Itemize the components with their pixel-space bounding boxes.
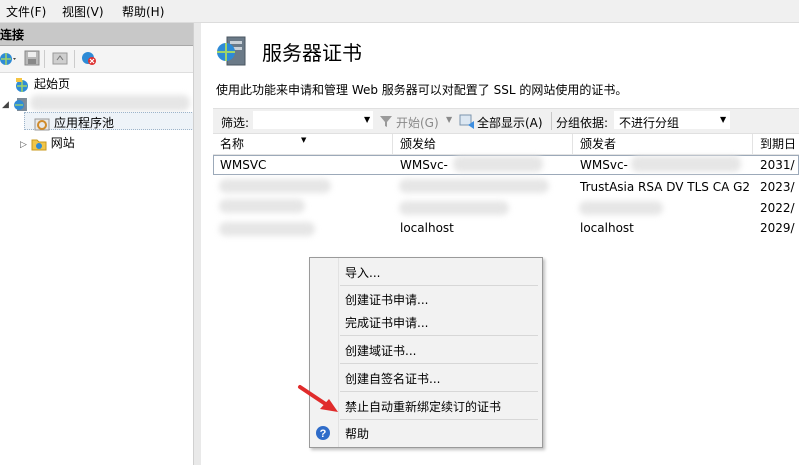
redacted-issued-to [399,201,509,215]
column-issued-to[interactable]: 颁发给 [393,134,573,154]
sites-folder-icon [31,136,47,152]
redacted-server-name [30,95,190,111]
menu-item-create-self-signed-cert[interactable]: 创建自签名证书... [345,370,440,387]
server-certificates-icon [215,35,249,70]
expand-arrow-icon[interactable]: ▷ [20,140,27,150]
menu-item-import[interactable]: 导入... [345,264,380,281]
group-dropdown-icon: ▼ [720,115,727,124]
collapse-arrow-icon[interactable]: ◢ [2,100,9,110]
cell-issued-to: localhost [400,221,454,235]
connections-title: 连接 [0,28,25,42]
menu-item-create-domain-cert[interactable]: 创建域证书... [345,342,416,359]
cell-issued-to: WMSvc- [400,158,448,172]
svg-text:?: ? [320,428,327,440]
redacted-name [219,179,331,193]
start-dropdown-icon[interactable]: ▼ [446,115,452,124]
menu-item-create-cert-request[interactable]: 创建证书申请... [345,291,428,308]
filter-input[interactable] [253,111,373,129]
connections-toolbar [0,46,193,73]
start-filter-button[interactable]: 开始(G) [396,114,439,131]
start-page-icon [14,77,30,93]
cell-name: WMSVC [220,158,267,172]
redacted-issued-by [631,156,741,172]
tree-item-start-page[interactable]: 起始页 [14,75,70,93]
cell-expiration: 2031/ [760,158,795,172]
redacted-name [219,222,315,236]
up-level-icon[interactable] [52,50,68,69]
menu-view[interactable]: 视图(V) [62,3,104,20]
filter-label: 筛选: [221,116,250,130]
sort-arrow-icon: ▼ [301,136,307,144]
table-header: 名称 ▼ 颁发给 颁发者 到期日 [213,134,799,155]
connections-pane: 连接 起始页 ◢ 应用程序池 ▷ 网站 [0,23,194,465]
tree-item-label: 网站 [50,136,75,150]
redacted-issued-to [399,179,549,193]
cell-issued-by: TrustAsia RSA DV TLS CA G2 [580,180,751,194]
menu-item-help[interactable]: 帮助 [345,425,369,442]
redacted-issued-to [453,156,543,172]
help-icon: ? [315,425,331,444]
menu-item-complete-cert-request[interactable]: 完成证书申请... [345,314,428,331]
tree-item-server[interactable]: ◢ [2,94,33,112]
tree-item-label: 应用程序池 [54,116,115,130]
group-by-select[interactable]: 不进行分组 ▼ [614,111,730,130]
cell-issued-by: WMSvc- [580,158,628,172]
app-pool-icon [34,116,50,132]
connect-globe-icon[interactable] [0,51,18,70]
group-by-label: 分组依据: [556,116,609,130]
page-description: 使用此功能来申请和管理 Web 服务器可以对配置了 SSL 的网站使用的证书。 [216,83,628,97]
column-name[interactable]: 名称 ▼ [213,134,393,154]
column-issued-by[interactable]: 颁发者 [573,134,753,154]
show-all-icon [459,113,475,132]
disconnect-icon[interactable] [80,50,98,69]
redacted-name [219,199,305,213]
cell-expiration: 2029/ [760,221,795,235]
tree-item-app-pools[interactable]: 应用程序池 [34,114,114,132]
menu-help[interactable]: 帮助(H) [122,3,164,20]
context-menu: 导入... 创建证书申请... 完成证书申请... 创建域证书... 创建自签名… [309,257,543,448]
server-icon [13,96,29,112]
tree-item-sites[interactable]: ▷ 网站 [20,134,75,152]
cell-issued-by: localhost [580,221,634,235]
save-icon[interactable] [24,50,40,69]
show-all-button[interactable]: 全部显示(A) [477,114,543,131]
menu-bar: 文件(F) 视图(V) 帮助(H) [0,0,799,23]
connections-header: 连接 [0,23,193,46]
funnel-icon [379,114,393,131]
annotation-arrow-icon [298,385,338,412]
menu-item-disable-auto-rebind[interactable]: 禁止自动重新绑定续订的证书 [345,398,501,415]
tree-item-label: 起始页 [34,77,71,91]
cell-expiration: 2022/ [760,201,795,215]
column-expiration[interactable]: 到期日 [753,134,799,154]
redacted-issued-by [579,201,663,215]
group-by-value: 不进行分组 [619,116,680,130]
cell-expiration: 2023/ [760,180,795,194]
menu-file[interactable]: 文件(F) [6,3,46,20]
filter-dropdown-icon[interactable]: ▼ [364,115,370,124]
page-title: 服务器证书 [262,41,362,65]
